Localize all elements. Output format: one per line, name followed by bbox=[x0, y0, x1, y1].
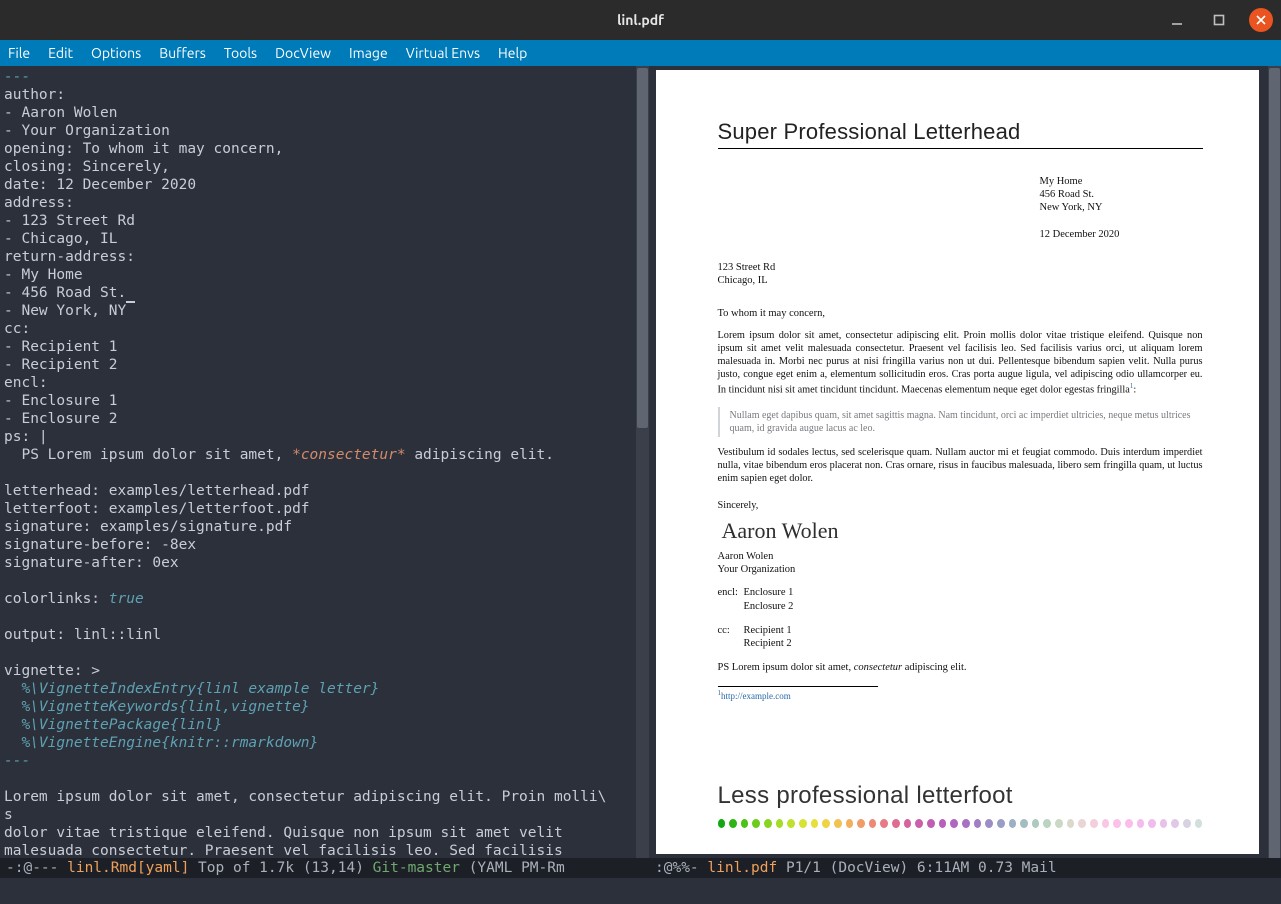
dot-icon bbox=[1137, 819, 1145, 828]
menu-virtual-envs[interactable]: Virtual Envs bbox=[406, 45, 480, 61]
menu-help[interactable]: Help bbox=[498, 45, 527, 61]
letter-opening: To whom it may concern, bbox=[718, 307, 1203, 320]
dot-icon bbox=[1171, 819, 1179, 828]
dot-icon bbox=[869, 819, 877, 828]
dot-icon bbox=[985, 819, 993, 828]
letterfoot: Less professional letterfoot bbox=[718, 781, 1203, 828]
modeline-right: :@%%- linl.pdf P1/1 (DocView) 6:11AM 0.7… bbox=[649, 858, 1281, 878]
menu-tools[interactable]: Tools bbox=[224, 45, 257, 61]
menu-buffers[interactable]: Buffers bbox=[159, 45, 206, 61]
modeline-left: -:@--- linl.Rmd[yaml] Top of 1.7k (13,14… bbox=[0, 858, 649, 878]
dot-icon bbox=[939, 819, 947, 828]
footnote-link[interactable]: http://example.com bbox=[721, 691, 791, 701]
dot-icon bbox=[1183, 819, 1191, 828]
dot-icon bbox=[892, 819, 900, 828]
letterhead-title: Super Professional Letterhead bbox=[718, 118, 1203, 149]
dot-icon bbox=[787, 819, 795, 828]
dot-icon bbox=[1160, 819, 1168, 828]
dot-icon bbox=[1032, 819, 1040, 828]
dot-icon bbox=[1148, 819, 1156, 828]
encl-block: encl:Enclosure 1Enclosure 2 bbox=[718, 586, 1203, 613]
dot-icon bbox=[1009, 819, 1017, 828]
dot-icon bbox=[718, 819, 726, 828]
dot-icon bbox=[1125, 819, 1133, 828]
dot-icon bbox=[1055, 819, 1063, 828]
dot-icon bbox=[1043, 819, 1051, 828]
dot-icon bbox=[776, 819, 784, 828]
letter-closing: Sincerely, bbox=[718, 500, 1203, 513]
letterfoot-dots bbox=[718, 819, 1203, 828]
dot-icon bbox=[764, 819, 772, 828]
dot-icon bbox=[1090, 819, 1098, 828]
editor-scrollbar[interactable] bbox=[636, 66, 649, 858]
minimize-button[interactable] bbox=[1165, 8, 1189, 32]
signature-image: Aaron Wolen bbox=[722, 517, 1203, 545]
dot-icon bbox=[1067, 819, 1075, 828]
dot-icon bbox=[729, 819, 737, 828]
footnote-1: 1http://example.com bbox=[718, 689, 1203, 702]
to-address: 123 Street Rd Chicago, IL bbox=[718, 261, 1203, 287]
ps-line: PS Lorem ipsum dolor sit amet, consectet… bbox=[718, 661, 1203, 674]
dot-icon bbox=[846, 819, 854, 828]
footnote-rule bbox=[718, 686, 878, 687]
menu-options[interactable]: Options bbox=[91, 45, 141, 61]
dot-icon bbox=[880, 819, 888, 828]
dot-icon bbox=[904, 819, 912, 828]
return-address: My Home 456 Road St. New York, NY 12 Dec… bbox=[1040, 175, 1203, 242]
minibuffer[interactable] bbox=[0, 878, 1281, 904]
dot-icon bbox=[811, 819, 819, 828]
letter-paragraph-2: Vestibulum id sodales lectus, sed sceler… bbox=[718, 447, 1203, 486]
pdf-page: Super Professional Letterhead My Home 45… bbox=[656, 70, 1259, 854]
menu-docview[interactable]: DocView bbox=[275, 45, 331, 61]
menu-image[interactable]: Image bbox=[349, 45, 388, 61]
modeline: -:@--- linl.Rmd[yaml] Top of 1.7k (13,14… bbox=[0, 858, 1281, 878]
menubar: File Edit Options Buffers Tools DocView … bbox=[0, 40, 1281, 66]
docview-scrollbar[interactable] bbox=[1268, 66, 1281, 858]
scrollbar-thumb[interactable] bbox=[637, 68, 648, 428]
editor-text[interactable]: --- author: - Aaron Wolen - Your Organiz… bbox=[0, 66, 649, 858]
dot-icon bbox=[799, 819, 807, 828]
dot-icon bbox=[834, 819, 842, 828]
window-controls bbox=[1165, 8, 1273, 32]
dot-icon bbox=[997, 819, 1005, 828]
from-block: Aaron Wolen Your Organization bbox=[718, 550, 1203, 576]
dot-icon bbox=[927, 819, 935, 828]
workspace: --- author: - Aaron Wolen - Your Organiz… bbox=[0, 66, 1281, 858]
menu-file[interactable]: File bbox=[8, 45, 30, 61]
letter-blockquote: Nullam eget dapibus quam, sit amet sagit… bbox=[718, 407, 1203, 437]
dot-icon bbox=[752, 819, 760, 828]
dot-icon bbox=[1113, 819, 1121, 828]
dot-icon bbox=[915, 819, 923, 828]
letter-paragraph-1: Lorem ipsum dolor sit amet, consectetur … bbox=[718, 330, 1203, 397]
docview-pane[interactable]: Super Professional Letterhead My Home 45… bbox=[649, 66, 1281, 858]
scrollbar-thumb[interactable] bbox=[1269, 68, 1280, 858]
dot-icon bbox=[974, 819, 982, 828]
dot-icon bbox=[857, 819, 865, 828]
window-title: linl.pdf bbox=[617, 12, 664, 28]
dot-icon bbox=[1102, 819, 1110, 828]
text-cursor bbox=[126, 285, 135, 303]
dot-icon bbox=[950, 819, 958, 828]
dot-icon bbox=[1020, 819, 1028, 828]
close-button[interactable] bbox=[1249, 8, 1273, 32]
maximize-button[interactable] bbox=[1207, 8, 1231, 32]
editor-pane[interactable]: --- author: - Aaron Wolen - Your Organiz… bbox=[0, 66, 649, 858]
dot-icon bbox=[822, 819, 830, 828]
titlebar: linl.pdf bbox=[0, 0, 1281, 40]
cc-block: cc:Recipient 1Recipient 2 bbox=[718, 624, 1203, 651]
dot-icon bbox=[1078, 819, 1086, 828]
dot-icon bbox=[962, 819, 970, 828]
dot-icon bbox=[741, 819, 749, 828]
dot-icon bbox=[1195, 819, 1203, 828]
menu-edit[interactable]: Edit bbox=[48, 45, 73, 61]
letter-date: 12 December 2020 bbox=[1040, 228, 1203, 241]
